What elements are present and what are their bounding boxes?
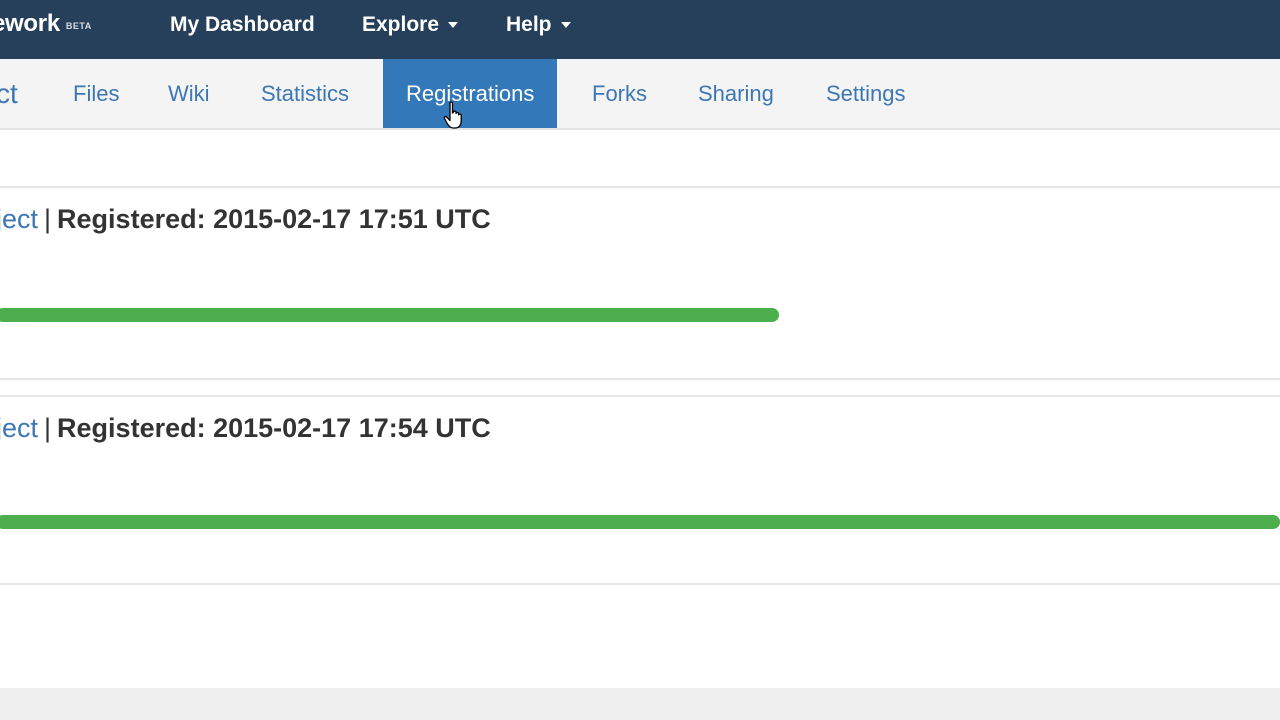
registration-date: Registered: 2015-02-17 17:54 UTC: [57, 413, 491, 443]
registration-title: ject | Registered: 2015-02-17 17:54 UTC: [0, 413, 491, 444]
registration-project-link[interactable]: ject: [0, 204, 38, 234]
tab-forks[interactable]: Forks: [592, 59, 647, 128]
help-menu[interactable]: Help: [506, 13, 571, 37]
page-footer-band: [0, 688, 1280, 720]
registration-panel: ject | Registered: 2015-02-17 17:54 UTC: [0, 395, 1280, 585]
explore-menu[interactable]: Explore: [362, 13, 459, 37]
tab-sharing-label: Sharing: [698, 81, 774, 106]
tab-statistics[interactable]: Statistics: [261, 59, 349, 128]
top-navbar: ework BETA My Dashboard Explore Help: [0, 0, 1280, 59]
registration-separator: |: [44, 413, 52, 443]
my-dashboard-label: My Dashboard: [170, 13, 315, 36]
registration-panel: ject | Registered: 2015-02-17 17:51 UTC: [0, 186, 1280, 380]
tab-files[interactable]: Files: [73, 59, 119, 128]
project-title: ct: [0, 78, 18, 109]
project-subnav: ct Files Wiki Statistics Registrations F…: [0, 59, 1280, 130]
tab-wiki[interactable]: Wiki: [168, 59, 210, 128]
explore-label: Explore: [362, 13, 440, 36]
beta-badge: BETA: [65, 21, 92, 31]
registration-progress-bar: [0, 308, 779, 322]
brand-name: ework: [0, 10, 60, 37]
help-label: Help: [506, 13, 552, 36]
project-title-link[interactable]: ct: [0, 59, 18, 128]
registration-title: ject | Registered: 2015-02-17 17:51 UTC: [0, 204, 491, 235]
tab-wiki-label: Wiki: [168, 81, 210, 106]
tab-statistics-label: Statistics: [261, 81, 350, 106]
tab-registrations[interactable]: Registrations: [383, 59, 558, 128]
tab-files-label: Files: [73, 81, 120, 106]
brand-logo[interactable]: ework BETA: [0, 10, 92, 38]
tab-registrations-label: Registrations: [406, 81, 535, 106]
tab-settings[interactable]: Settings: [826, 59, 906, 128]
chevron-down-icon: [560, 22, 571, 28]
registration-date: Registered: 2015-02-17 17:51 UTC: [57, 204, 491, 234]
registration-separator: |: [44, 204, 52, 234]
tab-forks-label: Forks: [592, 81, 647, 106]
hand-pointer-icon: [443, 101, 462, 129]
tab-settings-label: Settings: [826, 81, 906, 106]
my-dashboard-link[interactable]: My Dashboard: [170, 13, 315, 37]
registration-progress-bar: [0, 515, 1280, 529]
registration-project-link[interactable]: ject: [0, 413, 38, 443]
tab-sharing[interactable]: Sharing: [698, 59, 774, 128]
chevron-down-icon: [448, 22, 459, 28]
